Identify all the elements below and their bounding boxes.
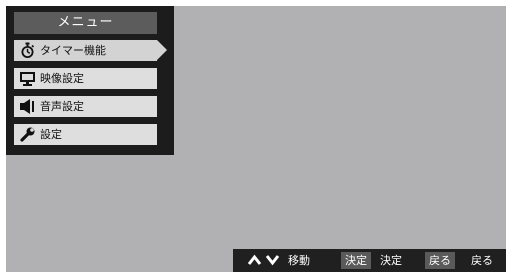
menu-title: メニュー bbox=[14, 12, 157, 34]
back-key-badge: 戻る bbox=[425, 252, 455, 269]
tv-screen: メニュー タイマー機能 映像設定 音声設定 設定 移動 決定 決定 戻る 戻る bbox=[6, 6, 506, 272]
footer-hint-bar: 移動 決定 決定 戻る 戻る bbox=[233, 249, 506, 272]
menu-panel: メニュー タイマー機能 映像設定 音声設定 設定 bbox=[6, 6, 174, 155]
menu-item-label: 映像設定 bbox=[40, 72, 84, 85]
speaker-icon bbox=[19, 98, 36, 115]
menu-item-picture-settings[interactable]: 映像設定 bbox=[14, 68, 157, 89]
menu-item-settings[interactable]: 設定 bbox=[14, 124, 157, 145]
up-arrow-icon bbox=[247, 253, 262, 267]
menu-item-label: 設定 bbox=[40, 128, 62, 141]
menu-item-label: タイマー機能 bbox=[40, 44, 106, 57]
move-hint-label: 移動 bbox=[288, 254, 310, 267]
monitor-icon bbox=[19, 70, 36, 87]
confirm-key-badge: 決定 bbox=[341, 252, 371, 269]
wrench-icon bbox=[19, 126, 36, 143]
stopwatch-icon bbox=[19, 42, 36, 59]
selection-arrow-icon bbox=[157, 40, 167, 60]
menu-item-label: 音声設定 bbox=[40, 100, 84, 113]
menu-item-audio-settings[interactable]: 音声設定 bbox=[14, 96, 157, 117]
confirm-hint-label: 決定 bbox=[380, 254, 402, 267]
menu-item-timer[interactable]: タイマー機能 bbox=[14, 40, 157, 61]
down-arrow-icon bbox=[265, 253, 280, 267]
back-hint-label: 戻る bbox=[471, 254, 493, 267]
